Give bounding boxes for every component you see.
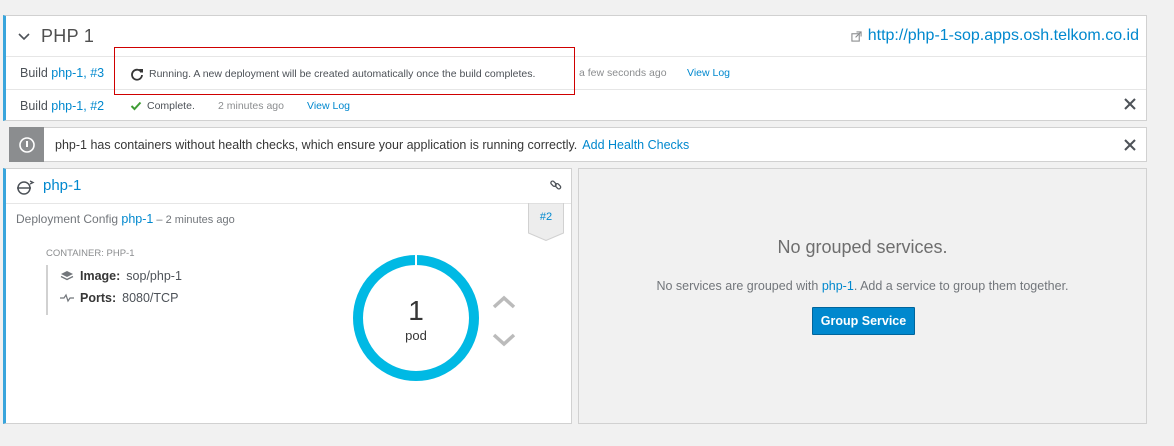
build-time: a few seconds ago: [579, 67, 667, 79]
deployment-config-time: – 2 minutes ago: [153, 214, 235, 226]
build-status-text: Running. A new deployment will be create…: [149, 68, 536, 80]
no-services-heading: No grouped services.: [777, 237, 948, 257]
application-title: PHP 1: [41, 26, 95, 46]
layers-icon: [60, 271, 74, 281]
view-log-link[interactable]: View Log: [687, 67, 730, 79]
build-status: Running. A new deployment will be create…: [130, 67, 535, 81]
build-label: Build php-1, #2: [20, 99, 104, 113]
info-icon: [9, 127, 44, 162]
application-header: PHP 1 http://php-1-sop.apps.osh.telkom.c…: [6, 16, 1146, 57]
deployment-icon: [17, 180, 35, 195]
services-text-after: . Add a service to group them together.: [853, 279, 1069, 293]
build-prefix: Build: [20, 66, 52, 80]
external-link-icon: [851, 30, 862, 42]
view-log-link[interactable]: View Log: [307, 100, 350, 112]
container-properties: Image: sop/php-1 Ports: 8080/TCP: [46, 265, 182, 315]
build-time: 2 minutes ago: [218, 100, 284, 112]
scale-up-icon[interactable]: [492, 295, 516, 309]
grouped-services-panel: No grouped services. No services are gro…: [578, 168, 1147, 424]
ports-value: 8080/TCP: [122, 291, 179, 305]
build-label: Build php-1, #3: [20, 66, 104, 80]
route-link[interactable]: http://php-1-sop.apps.osh.telkom.co.id: [851, 27, 1139, 45]
image-label: Image:: [80, 269, 121, 283]
close-icon[interactable]: [1124, 139, 1136, 151]
build-status-text: Complete.: [147, 100, 195, 112]
deployment-config-label: Deployment Config: [16, 212, 122, 226]
build-row: Build php-1, #3 Running. A new deploymen…: [6, 57, 1146, 89]
services-text-before: No services are grouped with: [656, 279, 822, 293]
refresh-icon: [131, 68, 143, 81]
services-link[interactable]: php-1: [822, 279, 854, 293]
add-health-checks-link[interactable]: Add Health Checks: [582, 138, 689, 152]
image-row: Image: sop/php-1: [60, 265, 182, 287]
ports-row: Ports: 8080/TCP: [60, 287, 182, 309]
revision-link[interactable]: #2: [528, 211, 564, 223]
group-service-button[interactable]: Group Service: [812, 307, 915, 335]
deployment-name[interactable]: php-1: [43, 177, 81, 194]
deployment-header: php-1: [6, 169, 571, 204]
pod-unit: pod: [405, 328, 427, 343]
link-icon[interactable]: [550, 179, 562, 191]
deployment-card: php-1 Deployment Config php-1 – 2 minute…: [3, 168, 572, 424]
checkmark-icon: [130, 101, 142, 111]
no-services-text: No services are grouped with php-1. Add …: [579, 279, 1146, 293]
build-status: Complete.: [130, 100, 195, 112]
build-link[interactable]: php-1, #3: [51, 66, 104, 80]
alert-message: php-1 has containers without health chec…: [55, 138, 689, 152]
build-link[interactable]: php-1, #2: [51, 99, 104, 113]
scale-down-icon[interactable]: [492, 333, 516, 347]
ports-label: Ports:: [80, 291, 117, 305]
port-icon: [60, 293, 74, 303]
container-label: CONTAINER: PHP-1: [46, 248, 135, 259]
image-value: sop/php-1: [126, 269, 182, 283]
deployment-config-link[interactable]: php-1: [121, 212, 153, 226]
application-panel: PHP 1 http://php-1-sop.apps.osh.telkom.c…: [3, 15, 1147, 121]
route-url: http://php-1-sop.apps.osh.telkom.co.id: [867, 27, 1139, 44]
close-icon[interactable]: [1124, 98, 1136, 110]
chevron-down-icon[interactable]: [17, 29, 31, 43]
build-prefix: Build: [20, 99, 52, 113]
deployment-config-line: Deployment Config php-1 – 2 minutes ago: [16, 212, 235, 226]
pod-count: 1: [408, 295, 424, 326]
build-row: Build php-1, #2 Complete. 2 minutes ago …: [6, 89, 1146, 121]
alert-text: php-1 has containers without health chec…: [55, 137, 578, 152]
health-check-alert: php-1 has containers without health chec…: [9, 127, 1147, 162]
